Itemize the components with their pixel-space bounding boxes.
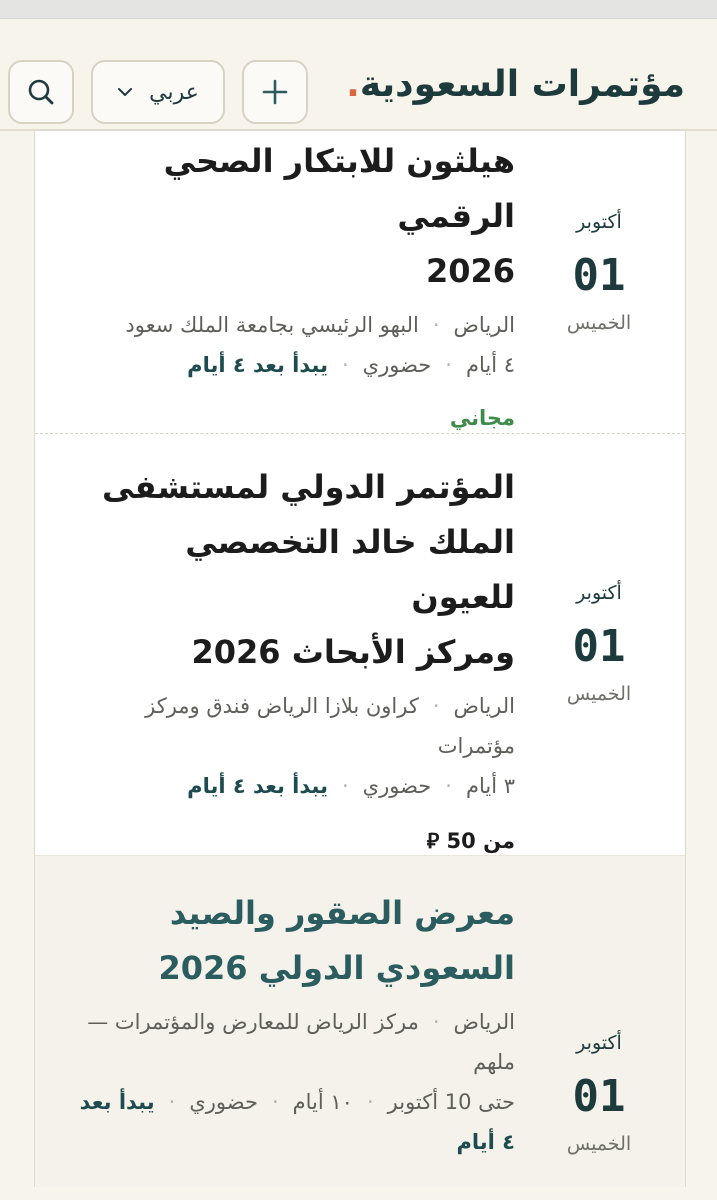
site-header: مؤتمرات السعودية. عربي (0, 19, 717, 131)
add-event-button[interactable] (242, 60, 308, 124)
logo-dot: . (346, 64, 360, 105)
search-button[interactable] (8, 60, 74, 124)
event-mode: حضوري (362, 353, 432, 377)
event-mode: حضوري (362, 774, 432, 798)
search-icon (28, 79, 54, 105)
event-month: أكتوبر (576, 211, 622, 233)
event-title-line: الملك خالد التخصصي للعيون (185, 523, 515, 616)
event-details: حتى 10 أكتوبر · ١٠ أيام · حضوري · يبدأ بعد (75, 1082, 515, 1122)
event-location: الرياض · مركز الرياض للمعارض والمؤتمرات — (75, 1002, 515, 1042)
browser-top-strip (0, 0, 717, 19)
event-date: أكتوبر 01 الخميس (549, 1034, 649, 1154)
event-venue: البهو الرئيسي بجامعة الملك سعود (125, 313, 419, 337)
event-city: الرياض (453, 1010, 515, 1034)
language-select[interactable]: عربي (91, 60, 225, 124)
event-info: معرض الصقور والصيد السعودي الدولي 2026 ا… (75, 886, 515, 1162)
chevron-down-icon (118, 88, 133, 96)
language-label: عربي (149, 79, 199, 105)
separator-dot: · (445, 353, 452, 377)
event-day: 01 (572, 621, 626, 672)
event-title-line: المؤتمر الدولي لمستشفى (102, 468, 515, 506)
event-until: حتى 10 أكتوبر (387, 1090, 515, 1114)
event-venue-continued: مؤتمرات (437, 734, 515, 758)
event-weekday: الخميس (566, 1133, 632, 1155)
event-month: أكتوبر (576, 1032, 622, 1054)
event-duration: ١٠ أيام (292, 1090, 353, 1114)
event-card[interactable]: أكتوبر 01 الخميس معرض الصقور والصيد السع… (35, 856, 685, 1187)
event-location: الرياض · البهو الرئيسي بجامعة الملك سعود (75, 305, 515, 345)
event-mode: حضوري (189, 1090, 258, 1114)
event-date: أكتوبر 01 الخميس (549, 213, 649, 333)
event-details: ٤ أيام · حضوري · يبدأ بعد ٤ أيام (75, 345, 515, 385)
event-card[interactable]: أكتوبر 01 الخميس المؤتمر الدولي لمستشفى … (35, 434, 685, 856)
event-location: الرياض · كراون بلازا الرياض فندق ومركز (75, 686, 515, 726)
event-title[interactable]: معرض الصقور والصيد السعودي الدولي 2026 (75, 886, 515, 996)
separator-dot: · (432, 313, 440, 337)
separator-dot: · (366, 1090, 374, 1114)
separator-dot: · (341, 774, 349, 798)
event-price: من 50 ⃁ (426, 829, 515, 853)
page-bottom-edge (0, 1187, 717, 1200)
event-starts-in: يبدأ بعد ٤ أيام (187, 353, 328, 377)
event-title-line: ومركز الأبحاث 2026 (191, 633, 515, 671)
event-details: ٣ أيام · حضوري · يبدأ بعد ٤ أيام (75, 766, 515, 806)
event-title-line: 2026 (425, 252, 515, 290)
event-title-line: هيلثون للابتكار الصحي الرقمي (163, 142, 515, 235)
event-day: 01 (572, 1071, 626, 1122)
event-starts-in: يبدأ بعد (79, 1090, 155, 1114)
event-weekday: الخميس (566, 683, 632, 705)
event-info: هيلثون للابتكار الصحي الرقمي 2026 الرياض… (75, 134, 515, 433)
site-logo[interactable]: مؤتمرات السعودية. (346, 67, 685, 103)
event-month: أكتوبر (576, 582, 622, 604)
event-starts-in-continued: ٤ أيام (456, 1130, 516, 1154)
event-card[interactable]: أكتوبر 01 الخميس هيلثون للابتكار الصحي ا… (35, 131, 685, 434)
event-price: مجاني (449, 406, 515, 430)
separator-dot: · (445, 774, 452, 798)
separator-dot: · (432, 694, 440, 718)
event-date: أكتوبر 01 الخميس (549, 584, 649, 704)
separator-dot: · (341, 353, 349, 377)
separator-dot: · (432, 1010, 440, 1034)
event-title-line: السعودي الدولي 2026 (158, 949, 515, 987)
event-info: المؤتمر الدولي لمستشفى الملك خالد التخصص… (75, 460, 515, 856)
event-venue: كراون بلازا الرياض فندق ومركز (145, 694, 419, 718)
separator-dot: · (271, 1090, 279, 1114)
logo-text: مؤتمرات السعودية (359, 64, 685, 105)
event-list: أكتوبر 01 الخميس هيلثون للابتكار الصحي ا… (34, 131, 686, 1187)
event-venue-continued: ملهم (473, 1050, 515, 1074)
event-duration: ٣ أيام (465, 774, 515, 798)
event-title[interactable]: هيلثون للابتكار الصحي الرقمي 2026 (75, 134, 515, 299)
event-day: 01 (572, 250, 626, 301)
separator-dot: · (168, 1090, 176, 1114)
event-title[interactable]: المؤتمر الدولي لمستشفى الملك خالد التخصص… (75, 460, 515, 680)
event-title-line: معرض الصقور والصيد (169, 894, 515, 932)
event-venue: مركز الرياض للمعارض والمؤتمرات — (87, 1010, 419, 1034)
plus-icon (262, 79, 288, 105)
event-weekday: الخميس (566, 312, 632, 334)
event-city: الرياض (453, 313, 515, 337)
event-duration: ٤ أيام (465, 353, 515, 377)
event-starts-in: يبدأ بعد ٤ أيام (187, 774, 328, 798)
event-city: الرياض (453, 694, 515, 718)
